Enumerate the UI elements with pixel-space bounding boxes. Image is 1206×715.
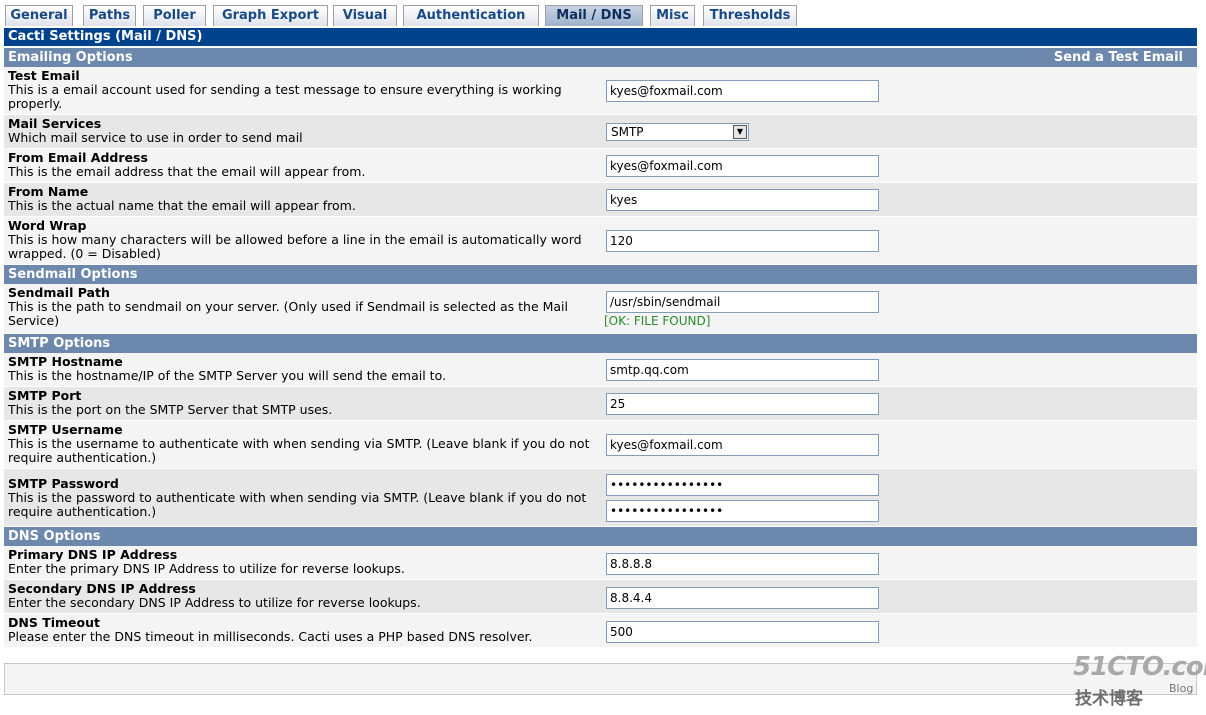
from-email-input[interactable]: kyes@foxmail.com <box>606 155 879 177</box>
row-word-wrap: Word Wrap This is how many characters wil… <box>4 217 1197 265</box>
field-description: Please enter the DNS timeout in millisec… <box>8 629 533 644</box>
row-mail-services: Mail Services Which mail service to use i… <box>4 115 1197 149</box>
field-title: Secondary DNS IP Address <box>8 581 196 596</box>
field-description: This is the actual name that the email w… <box>8 198 356 213</box>
row-dns-primary: Primary DNS IP Address Enter the primary … <box>4 546 1197 580</box>
field-title: Word Wrap <box>8 218 87 233</box>
tab-visual[interactable]: Visual <box>333 5 397 26</box>
section-title: Sendmail Options <box>8 267 138 282</box>
smtp-port-input[interactable]: 25 <box>606 393 879 415</box>
tab-graph-export[interactable]: Graph Export <box>213 5 328 26</box>
word-wrap-input[interactable]: 120 <box>606 230 879 252</box>
field-description: This is the hostname/IP of the SMTP Serv… <box>8 368 446 383</box>
field-title: SMTP Username <box>8 422 123 437</box>
field-title: From Name <box>8 184 89 199</box>
field-title: Mail Services <box>8 116 102 131</box>
tab-authentication[interactable]: Authentication <box>403 5 539 26</box>
field-title: SMTP Hostname <box>8 354 123 369</box>
field-description: This is the port on the SMTP Server that… <box>8 402 333 417</box>
mail-services-select[interactable]: SMTP ▼ <box>606 123 749 141</box>
field-description: Enter the primary DNS IP Address to util… <box>8 561 405 576</box>
row-test-email: Test Email This is a email account used f… <box>4 67 1197 115</box>
settings-panel: Cacti Settings (Mail / DNS) Emailing Opt… <box>4 28 1197 698</box>
section-smtp-options: SMTP Options <box>4 334 1197 353</box>
watermark-sub: 技术博客 <box>1075 689 1143 709</box>
tab-misc[interactable]: Misc <box>650 5 695 26</box>
row-dns-secondary: Secondary DNS IP Address Enter the second… <box>4 580 1197 614</box>
row-from-name: From Name This is the actual name that th… <box>4 183 1197 217</box>
row-from-email: From Email Address This is the email addr… <box>4 149 1197 183</box>
row-smtp-port: SMTP Port This is the port on the SMTP Se… <box>4 387 1197 421</box>
field-description: This is how many characters will be allo… <box>8 232 582 261</box>
field-description: This is the username to authenticate wit… <box>8 436 590 465</box>
dns-primary-input[interactable]: 8.8.8.8 <box>606 553 879 575</box>
field-title: Primary DNS IP Address <box>8 547 178 562</box>
smtp-hostname-input[interactable]: smtp.qq.com <box>606 359 879 381</box>
row-smtp-username: SMTP Username This is the username to aut… <box>4 421 1197 469</box>
field-title: SMTP Port <box>8 388 82 403</box>
field-description: This is a email account used for sending… <box>8 82 562 111</box>
row-sendmail-path: Sendmail Path This is the path to sendmai… <box>4 284 1197 334</box>
tab-general[interactable]: General <box>5 5 73 26</box>
field-title: Test Email <box>8 68 80 83</box>
mail-services-value: SMTP <box>611 125 644 139</box>
field-description: Enter the secondary DNS IP Address to ut… <box>8 595 421 610</box>
section-title: DNS Options <box>8 529 101 544</box>
row-dns-timeout: DNS Timeout Please enter the DNS timeout … <box>4 614 1197 648</box>
tab-poller[interactable]: Poller <box>143 5 206 26</box>
watermark-logo: 51CTO.com 技术博客 Blog <box>1073 652 1206 712</box>
tab-thresholds[interactable]: Thresholds <box>703 5 797 26</box>
chevron-down-icon[interactable]: ▼ <box>733 125 747 139</box>
section-dns-options: DNS Options <box>4 527 1197 546</box>
row-smtp-hostname: SMTP Hostname This is the hostname/IP of … <box>4 353 1197 387</box>
sendmail-path-input[interactable]: /usr/sbin/sendmail <box>606 291 879 313</box>
from-name-input[interactable]: kyes <box>606 189 879 211</box>
section-sendmail-options: Sendmail Options <box>4 265 1197 284</box>
watermark-site: 51CTO.com <box>1073 652 1206 682</box>
dns-secondary-input[interactable]: 8.8.4.4 <box>606 587 879 609</box>
row-smtp-password: SMTP Password This is the password to aut… <box>4 469 1197 527</box>
settings-tab-bar: General Paths Poller Graph Export Visual… <box>0 0 1206 28</box>
smtp-password-confirm-input[interactable]: •••••••••••••••• <box>606 500 879 522</box>
save-bar <box>4 663 1197 695</box>
panel-title: Cacti Settings (Mail / DNS) <box>4 28 1197 46</box>
section-title: Emailing Options <box>8 50 133 65</box>
field-title: From Email Address <box>8 150 148 165</box>
field-title: DNS Timeout <box>8 615 100 630</box>
field-description: This is the email address that the email… <box>8 164 366 179</box>
field-title: Sendmail Path <box>8 285 110 300</box>
dns-timeout-input[interactable]: 500 <box>606 621 879 643</box>
field-description: Which mail service to use in order to se… <box>8 130 303 145</box>
send-test-email-link[interactable]: Send a Test Email <box>1054 48 1183 67</box>
section-title: SMTP Options <box>8 336 111 351</box>
section-emailing-options: Emailing Options Send a Test Email <box>4 48 1197 67</box>
field-description: This is the password to authenticate wit… <box>8 490 587 519</box>
watermark-blog: Blog <box>1169 682 1194 695</box>
smtp-password-input[interactable]: •••••••••••••••• <box>606 474 879 496</box>
tab-paths[interactable]: Paths <box>83 5 136 26</box>
field-title: SMTP Password <box>8 476 119 491</box>
smtp-username-input[interactable]: kyes@foxmail.com <box>606 434 879 456</box>
tab-mail-dns[interactable]: Mail / DNS <box>545 5 643 26</box>
field-description: This is the path to sendmail on your ser… <box>8 299 569 328</box>
file-found-status: [OK: FILE FOUND] <box>604 314 711 328</box>
test-email-input[interactable]: kyes@foxmail.com <box>606 80 879 102</box>
